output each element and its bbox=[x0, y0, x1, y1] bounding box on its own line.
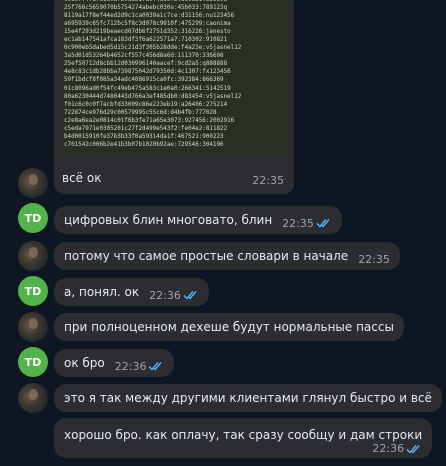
contact-avatar[interactable] bbox=[18, 312, 48, 342]
message-text: а, понял. ок bbox=[64, 285, 140, 299]
contact-avatar[interactable] bbox=[18, 168, 48, 198]
message-bubble[interactable]: при полноценном дехеше будут нормальные … bbox=[54, 313, 404, 341]
double-check-icon bbox=[316, 218, 332, 228]
message-text: потому что самое простые словари в начал… bbox=[64, 249, 349, 263]
time-label: 22:36 bbox=[149, 288, 181, 302]
time-label: 22:36 bbox=[372, 442, 405, 455]
chat-history: c9d0f747df81aca7b0d8b17a0f4d10fb:830851:… bbox=[0, 0, 446, 466]
message-bubble[interactable]: это я так между другими клиентами глянул… bbox=[54, 384, 442, 412]
message-bubble[interactable]: ок бро 22:36 bbox=[54, 349, 175, 377]
td-avatar[interactable]: TD bbox=[18, 347, 48, 377]
message-bubble[interactable]: цифровых блин многовато, блин 22:35 bbox=[54, 206, 342, 234]
time-label: 22:35 bbox=[282, 216, 314, 230]
message-time: 22:35 bbox=[252, 174, 284, 187]
hash-list-screenshot[interactable]: c9d0f747df81aca7b0d8b17a0f4d10fb:830851:… bbox=[60, 0, 288, 156]
double-check-icon bbox=[406, 444, 422, 454]
message-bubble[interactable]: хорошо бро. как оплачу, так сразу сообщу… bbox=[54, 418, 433, 458]
message-time: 22:36 bbox=[149, 289, 199, 302]
double-check-icon bbox=[183, 290, 199, 300]
td-avatar[interactable]: TD bbox=[18, 276, 48, 306]
contact-avatar[interactable] bbox=[18, 241, 48, 271]
message-text: хорошо бро. как оплачу, так сразу сообщу… bbox=[64, 428, 423, 442]
image-message-bubble[interactable]: c9d0f747df81aca7b0d8b17a0f4d10fb:830851:… bbox=[54, 0, 294, 194]
message-text: цифровых блин многовато, блин bbox=[64, 213, 273, 227]
hash-list-text: c9d0f747df81aca7b0d8b17a0f4d10fb:830851:… bbox=[64, 0, 242, 148]
message-text: ок бро bbox=[64, 356, 105, 370]
message-time: 22:36 bbox=[372, 442, 422, 455]
message-bubble[interactable]: потому что самое простые словари в начал… bbox=[54, 242, 400, 270]
message-text: это я так между другими клиентами глянул… bbox=[64, 391, 432, 405]
message-time: 22:35 bbox=[282, 217, 332, 230]
time-label: 22:36 bbox=[114, 359, 147, 373]
contact-avatar[interactable] bbox=[18, 383, 48, 413]
message-text: всё ок bbox=[62, 171, 102, 185]
td-avatar[interactable]: TD bbox=[18, 203, 48, 233]
message-time: 22:35 bbox=[358, 252, 390, 266]
message-text: при полноценном дехеше будут нормальные … bbox=[64, 320, 394, 334]
message-time: 22:36 bbox=[115, 360, 165, 373]
message-bubble[interactable]: а, понял. ок 22:36 bbox=[54, 278, 209, 306]
double-check-icon bbox=[148, 361, 164, 371]
